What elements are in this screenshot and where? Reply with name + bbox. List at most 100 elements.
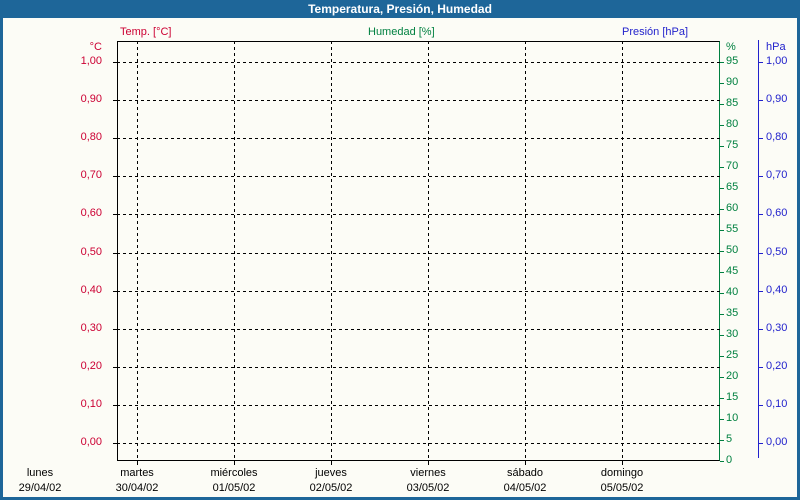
humidity-axis-tick: [720, 167, 724, 168]
pressure-axis-tick: [759, 404, 763, 406]
pressure-axis-unit: hPa: [766, 41, 786, 53]
humidity-axis-tick: [720, 356, 724, 357]
day-date-label: 04/05/02: [503, 482, 547, 494]
humidity-axis-tick: [720, 188, 724, 189]
temp-tick-label: 0,70: [80, 169, 102, 182]
temp-tick-label: 0,10: [80, 397, 102, 410]
humidity-axis-tick: [720, 314, 724, 315]
humidity-axis-tick: [720, 398, 724, 399]
humidity-tick-label: 75: [726, 139, 739, 151]
y-gridline: [117, 366, 720, 368]
humidity-tick-label: 65: [726, 181, 739, 193]
x-gridline: [234, 41, 235, 461]
y-gridline: [117, 176, 720, 178]
pressure-axis-tick: [759, 176, 763, 178]
temp-tick-label: 0,40: [80, 283, 102, 296]
humidity-axis-tick: [720, 125, 724, 126]
humidity-tick-label: 70: [726, 160, 739, 172]
x-gridline: [525, 41, 526, 461]
day-label-group: viernes 03/05/02: [380, 466, 476, 496]
temp-axis-tick: [113, 138, 117, 140]
day-label-group: domingo 05/05/02: [574, 466, 670, 496]
pressure-axis-tick: [759, 366, 763, 368]
day-name-label: domingo: [600, 467, 644, 479]
y-gridline: [117, 443, 720, 444]
y-gridline: [117, 62, 720, 63]
temp-axis-tick: [113, 214, 117, 216]
humidity-tick-label: 80: [726, 118, 739, 130]
x-gridline: [331, 41, 332, 461]
temp-axis-tick: [113, 290, 117, 292]
x-axis-tick: [234, 461, 235, 465]
day-name-label: miércoles: [210, 467, 258, 479]
day-label-group: miércoles 01/05/02: [186, 466, 282, 496]
humidity-tick-label: 35: [726, 307, 739, 319]
temp-axis-tick: [113, 100, 117, 102]
day-date-label: 03/05/02: [406, 482, 450, 494]
temp-axis-tick: [113, 366, 117, 368]
y-gridline: [117, 100, 720, 102]
humidity-axis-tick: [720, 335, 724, 336]
humidity-tick-label: 60: [726, 202, 739, 214]
y-gridline: [117, 404, 720, 406]
temp-axis-tick: [113, 62, 117, 63]
title-bar: Temperatura, Presión, Humedad: [0, 0, 800, 18]
chart-window: Temperatura, Presión, Humedad Temp. [°C]…: [0, 0, 800, 500]
x-axis-tick: [428, 461, 429, 465]
day-label-group: martes 30/04/02: [89, 466, 185, 496]
humidity-axis-tick: [720, 251, 724, 252]
humidity-tick-label: 45: [726, 265, 739, 277]
humidity-tick-label: 90: [726, 76, 739, 88]
temp-tick-label: 0,00: [80, 436, 102, 448]
day-name-label: martes: [120, 467, 154, 479]
temp-tick-label: 0,80: [80, 131, 102, 144]
legend-humidity: Humedad [%]: [368, 26, 435, 38]
humidity-axis-tick: [720, 272, 724, 273]
day-name-label: jueves: [315, 467, 347, 479]
humidity-tick-label: 95: [726, 55, 739, 67]
left-axis-unit: °C: [89, 41, 102, 53]
humidity-axis-tick: [720, 377, 724, 378]
plot-area: [117, 41, 720, 461]
day-date-label: 05/05/02: [600, 482, 644, 494]
day-label-group: jueves 02/05/02: [283, 466, 379, 496]
humidity-tick-label: 20: [726, 370, 739, 382]
temp-tick-label: 0,30: [80, 321, 102, 334]
x-gridline: [428, 41, 429, 461]
humidity-tick-label: 85: [726, 97, 739, 109]
window-border-left: [0, 18, 3, 500]
y-gridline: [117, 214, 720, 216]
day-name-label: sábado: [506, 467, 544, 479]
y-gridline: [117, 252, 720, 254]
legend-pressure: Presión [hPa]: [622, 26, 689, 38]
temp-tick-label: 0,60: [80, 207, 102, 220]
day-date-label: 01/05/02: [212, 482, 256, 494]
humidity-axis-tick: [720, 230, 724, 231]
temp-tick-label: 0,50: [80, 245, 102, 258]
legend-temperature: Temp. [°C]: [120, 26, 172, 38]
humidity-axis-tick: [720, 146, 724, 147]
x-gridline: [622, 41, 623, 461]
temp-axis-tick: [113, 176, 117, 178]
humidity-axis-tick: [720, 62, 724, 63]
day-label-group: sábado 04/05/02: [477, 466, 573, 496]
humidity-axis-tick: [720, 104, 724, 105]
temp-axis-tick: [113, 328, 117, 330]
humidity-tick-label: 5: [726, 433, 733, 445]
humidity-tick-label: 10: [726, 412, 739, 424]
humidity-tick-label: 30: [726, 328, 739, 340]
temp-tick-label: 1,00: [80, 55, 102, 67]
day-date-label: 02/05/02: [309, 482, 353, 494]
humidity-axis-tick: [720, 83, 724, 84]
day-date-label: 29/04/02: [18, 482, 62, 494]
humidity-tick-label: 55: [726, 223, 739, 235]
humidity-axis-tick: [720, 440, 724, 441]
x-gridline: [137, 41, 138, 461]
temp-tick-label: 0,90: [80, 93, 102, 106]
humidity-axis-tick: [720, 209, 724, 210]
temp-tick-label: 0,20: [80, 359, 102, 372]
humidity-tick-label: 15: [726, 391, 739, 403]
y-gridline: [117, 328, 720, 330]
y-gridline: [117, 290, 720, 292]
day-name-label: viernes: [410, 467, 446, 479]
